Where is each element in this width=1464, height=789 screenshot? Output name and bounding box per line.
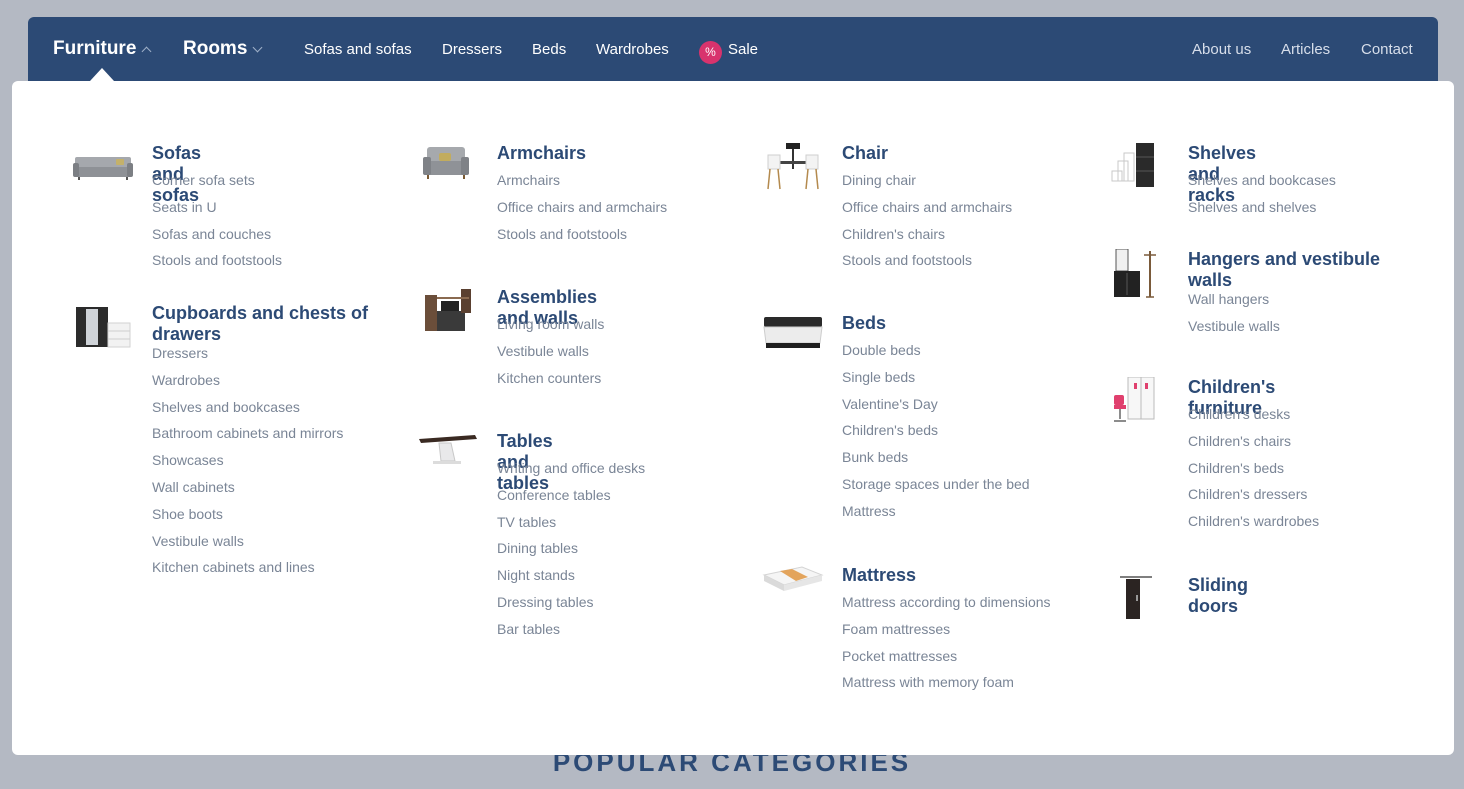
menu-list-cupboards: Dressers Wardrobes Shelves and bookcases…	[152, 343, 343, 584]
menu-item[interactable]: Wardrobes	[152, 370, 343, 397]
menu-item[interactable]: Night stands	[497, 565, 645, 592]
nav-link-contact[interactable]: Contact	[1361, 17, 1413, 81]
nav-link-beds[interactable]: Beds	[532, 17, 566, 81]
menu-item[interactable]: Office chairs and armchairs	[842, 197, 1012, 224]
menu-item[interactable]: Double beds	[842, 340, 1030, 367]
menu-item[interactable]: Vestibule walls	[497, 341, 604, 368]
top-navbar: Furniture Rooms Sofas and sofas Dressers…	[28, 17, 1438, 81]
menu-item[interactable]: Wall cabinets	[152, 477, 343, 504]
menu-item[interactable]: Single beds	[842, 367, 1030, 394]
menu-item[interactable]: Conference tables	[497, 485, 645, 512]
menu-item[interactable]: Dining tables	[497, 538, 645, 565]
menu-item[interactable]: Mattress according to dimensions	[842, 592, 1051, 619]
menu-list-armchairs: Armchairs Office chairs and armchairs St…	[497, 170, 667, 250]
nav-link-articles[interactable]: Articles	[1281, 17, 1330, 81]
menu-item[interactable]: Dressers	[152, 343, 343, 370]
menu-item[interactable]: Pocket mattresses	[842, 646, 1051, 673]
sofa-icon	[73, 157, 133, 180]
menu-list-mattress: Mattress according to dimensions Foam ma…	[842, 592, 1051, 699]
menu-list-sofas: Corner sofa sets Seats in U Sofas and co…	[152, 170, 282, 277]
menu-item[interactable]: Armchairs	[497, 170, 667, 197]
menu-item[interactable]: TV tables	[497, 512, 645, 539]
mattress-icon	[762, 566, 824, 591]
menu-item[interactable]: Stools and footstools	[842, 250, 1012, 277]
menu-item[interactable]: Vestibule walls	[152, 531, 343, 558]
menu-item[interactable]: Dining chair	[842, 170, 1012, 197]
bed-icon	[763, 317, 823, 348]
menu-item[interactable]: Shelves and bookcases	[152, 397, 343, 424]
percent-icon: %	[699, 40, 722, 64]
menu-list-tables: Writing and office desks Conference tabl…	[497, 458, 645, 646]
chevron-down-icon	[252, 42, 263, 52]
table-icon	[419, 435, 477, 464]
dropdown-pointer	[90, 68, 114, 81]
menu-item[interactable]: Mattress with memory foam	[842, 672, 1051, 699]
menu-item[interactable]: Children's beds	[1188, 458, 1319, 485]
menu-item[interactable]: Wall hangers	[1188, 289, 1280, 316]
menu-item[interactable]: Children's beds	[842, 420, 1030, 447]
nav-link-dressers[interactable]: Dressers	[442, 17, 502, 81]
menu-list-assemblies: Living room walls Vestibule walls Kitche…	[497, 314, 604, 394]
menu-item[interactable]: Stools and footstools	[152, 250, 282, 277]
hanger-icon	[1114, 249, 1156, 298]
chair-icon	[767, 143, 819, 190]
nav-rooms-label: Rooms	[183, 38, 248, 59]
menu-item[interactable]: Dressing tables	[497, 592, 645, 619]
wardrobe-icon	[76, 307, 131, 348]
armchair-icon	[423, 147, 469, 179]
menu-list-beds: Double beds Single beds Valentine's Day …	[842, 340, 1030, 528]
menu-item[interactable]: Children's desks	[1188, 404, 1319, 431]
menu-item[interactable]: Children's dressers	[1188, 484, 1319, 511]
menu-heading-chair[interactable]: Chair	[842, 143, 888, 164]
menu-heading-hangers[interactable]: Hangers and vestibule walls	[1188, 249, 1403, 291]
menu-item[interactable]: Bar tables	[497, 619, 645, 646]
menu-heading-armchairs[interactable]: Armchairs	[497, 143, 586, 164]
menu-item[interactable]: Valentine's Day	[842, 394, 1030, 421]
menu-item[interactable]: Vestibule walls	[1188, 316, 1280, 343]
menu-item[interactable]: Children's chairs	[842, 224, 1012, 251]
nav-link-sofas[interactable]: Sofas and sofas	[304, 17, 412, 81]
nav-link-about[interactable]: About us	[1192, 17, 1251, 81]
menu-item[interactable]: Sofas and couches	[152, 224, 282, 251]
sliding-door-icon	[1120, 576, 1152, 619]
menu-item[interactable]: Showcases	[152, 450, 343, 477]
menu-item[interactable]: Storage spaces under the bed	[842, 474, 1030, 501]
menu-list-shelves: Shelves and bookcases Shelves and shelve…	[1188, 170, 1336, 224]
nav-link-wardrobes[interactable]: Wardrobes	[596, 17, 669, 81]
nav-link-sale[interactable]: % Sale	[699, 17, 758, 81]
menu-item[interactable]: Shelves and bookcases	[1188, 170, 1336, 197]
nav-rooms-menu[interactable]: Rooms	[183, 17, 263, 81]
menu-item[interactable]: Shelves and shelves	[1188, 197, 1336, 224]
menu-item[interactable]: Foam mattresses	[842, 619, 1051, 646]
chevron-up-icon	[141, 46, 152, 57]
kids-furniture-icon	[1114, 377, 1155, 422]
menu-item[interactable]: Mattress	[842, 501, 1030, 528]
nav-furniture-label: Furniture	[53, 38, 137, 59]
nav-sale-label: Sale	[728, 40, 759, 58]
menu-item[interactable]: Writing and office desks	[497, 458, 645, 485]
menu-item[interactable]: Children's chairs	[1188, 431, 1319, 458]
menu-list-children: Children's desks Children's chairs Child…	[1188, 404, 1319, 538]
menu-item[interactable]: Children's wardrobes	[1188, 511, 1319, 538]
menu-heading-beds[interactable]: Beds	[842, 313, 886, 334]
menu-list-chair: Dining chair Office chairs and armchairs…	[842, 170, 1012, 277]
menu-item[interactable]: Kitchen counters	[497, 368, 604, 395]
menu-item[interactable]: Kitchen cabinets and lines	[152, 557, 343, 584]
menu-heading-mattress[interactable]: Mattress	[842, 565, 916, 586]
menu-heading-cupboards[interactable]: Cupboards and chests of drawers	[152, 303, 392, 345]
menu-item[interactable]: Living room walls	[497, 314, 604, 341]
menu-item[interactable]: Seats in U	[152, 197, 282, 224]
menu-list-hangers: Wall hangers Vestibule walls	[1188, 289, 1280, 343]
menu-item[interactable]: Shoe boots	[152, 504, 343, 531]
menu-item[interactable]: Corner sofa sets	[152, 170, 282, 197]
wall-unit-icon	[425, 289, 471, 331]
menu-item[interactable]: Bunk beds	[842, 447, 1030, 474]
shelf-icon	[1111, 143, 1154, 187]
furniture-mega-menu: Sofas and sofas Corner sofa sets Seats i…	[12, 81, 1454, 755]
menu-item[interactable]: Office chairs and armchairs	[497, 197, 667, 224]
menu-item[interactable]: Bathroom cabinets and mirrors	[152, 423, 343, 450]
menu-item[interactable]: Stools and footstools	[497, 224, 667, 251]
menu-heading-sliding-doors[interactable]: Sliding doors	[1188, 575, 1248, 617]
